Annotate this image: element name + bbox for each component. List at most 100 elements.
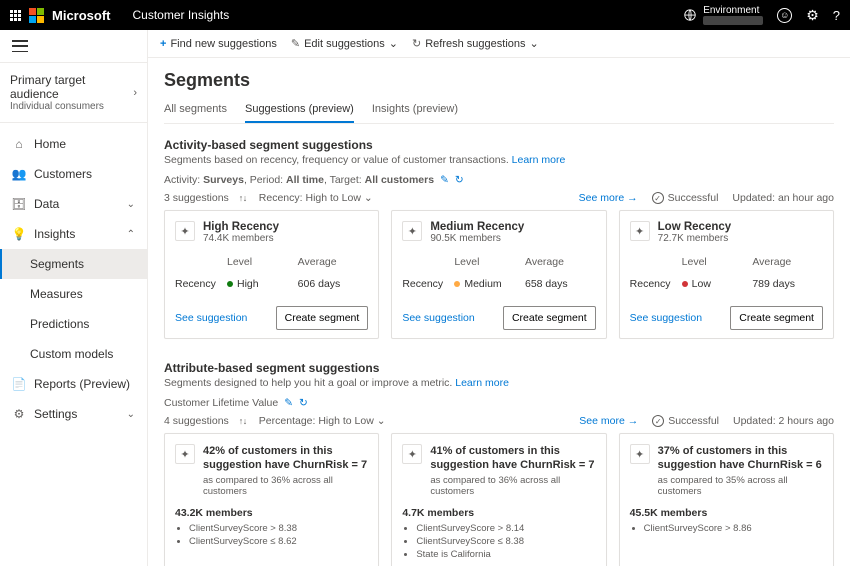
col-average: Average [298,256,369,268]
tab-all-segments[interactable]: All segments [164,97,227,123]
gear-icon: ⚙ [12,407,26,421]
rules-list: ClientSurveyScore > 8.38 ClientSurveyScor… [175,523,368,549]
environment-icon [683,8,697,22]
suggestion-card: ✦ 42% of customers in this suggestion ha… [164,433,379,566]
activity-section-subtitle: Segments based on recency, frequency or … [164,154,834,166]
rule-item: ClientSurveyScore > 8.38 [189,523,368,534]
reports-icon: 📄 [12,377,26,391]
brand-label: Microsoft [52,8,111,23]
rule-item: ClientSurveyScore ≤ 8.62 [189,536,368,547]
segment-icon: ✦ [175,221,195,241]
rule-item: State is California [416,549,595,560]
customers-icon: 👥 [12,167,26,181]
hamburger-button[interactable] [0,30,147,63]
nav-custom-models[interactable]: Custom models [0,339,147,369]
create-segment-button[interactable]: Create segment [276,306,369,330]
sort-label[interactable]: Recency: High to Low ⌄ [259,192,373,204]
suggestion-card: ✦ 41% of customers in this suggestion ha… [391,433,606,566]
environment-picker[interactable]: Environment [683,5,763,25]
refresh-suggestions-button[interactable]: ↻Refresh suggestions ⌄ [412,37,539,50]
environment-label: Environment [703,5,763,16]
learn-more-link[interactable]: Learn more [512,154,566,166]
data-icon: 🗄 [12,197,26,211]
nav-settings[interactable]: ⚙Settings⌄ [0,399,147,429]
segment-icon: ✦ [175,444,195,464]
create-segment-button[interactable]: Create segment [730,306,823,330]
nav-measures[interactable]: Measures [0,279,147,309]
sidebar: Primary target audience Individual consu… [0,30,148,566]
suggestion-count: 3 suggestions [164,192,229,204]
app-name-label: Customer Insights [133,8,230,22]
tab-insights[interactable]: Insights (preview) [372,97,458,123]
updated-label: Updated: an hour ago [732,192,834,204]
chevron-down-icon: ⌄ [530,37,539,50]
settings-icon[interactable]: ⚙ [806,7,819,24]
row-label: Recency [630,278,682,290]
nav-customers[interactable]: 👥Customers [0,159,147,189]
edit-attribute-icon[interactable]: ✎ [284,397,293,409]
nav-predictions[interactable]: Predictions [0,309,147,339]
see-suggestion-link[interactable]: See suggestion [402,312,474,324]
sort-label[interactable]: Percentage: High to Low ⌄ [259,415,386,427]
card-subtitle: as compared to 36% across all customers [203,475,368,497]
sort-icon[interactable] [239,416,249,426]
feedback-icon[interactable]: ☺ [777,8,792,23]
row-label: Recency [402,278,454,290]
top-bar: Microsoft Customer Insights Environment … [0,0,850,30]
col-average: Average [525,256,596,268]
refresh-icon: ↻ [412,37,421,50]
attribute-section-title: Attribute-based segment suggestions [164,361,834,375]
app-launcher-icon[interactable] [10,10,21,21]
nav-segments[interactable]: Segments [0,249,147,279]
nav-reports[interactable]: 📄Reports (Preview) [0,369,147,399]
card-title: 41% of customers in this suggestion have… [430,444,595,473]
card-title: High Recency [203,221,279,233]
audience-picker[interactable]: Primary target audience Individual consu… [0,63,147,123]
see-suggestion-link[interactable]: See suggestion [175,312,247,324]
card-members: 74.4K members [203,233,279,244]
segment-icon: ✦ [630,221,650,241]
level-value: Low [682,278,753,290]
card-members: 43.2K members [175,507,368,519]
attribute-section-subtitle: Segments designed to help you hit a goal… [164,377,834,389]
segment-icon: ✦ [402,444,422,464]
edit-activity-icon[interactable]: ✎ [440,174,449,186]
updated-label: Updated: 2 hours ago [733,415,834,427]
suggestion-count: 4 suggestions [164,415,229,427]
see-more-link[interactable]: See more → [579,192,638,204]
activity-section-title: Activity-based segment suggestions [164,138,834,152]
create-segment-button[interactable]: Create segment [503,306,596,330]
activity-meta: Activity: Surveys, Period: All time, Tar… [164,174,834,186]
rules-list: ClientSurveyScore > 8.14ClientSurveyScor… [402,523,595,562]
chevron-up-icon: ⌃ [127,229,135,240]
card-members: 72.7K members [658,233,732,244]
edit-suggestions-button[interactable]: ✎Edit suggestions ⌄ [291,37,398,50]
find-suggestions-button[interactable]: +Find new suggestions [160,38,277,50]
sort-icon[interactable] [239,193,249,203]
insights-icon: 💡 [12,227,26,241]
nav-home[interactable]: ⌂Home [0,129,147,159]
help-icon[interactable]: ? [833,8,840,23]
tab-suggestions[interactable]: Suggestions (preview) [245,97,354,123]
card-members: 90.5K members [430,233,524,244]
home-icon: ⌂ [12,137,26,151]
nav-data[interactable]: 🗄Data⌄ [0,189,147,219]
environment-name [703,16,763,25]
chevron-down-icon: ⌄ [127,199,135,210]
microsoft-logo-icon [29,8,44,23]
see-suggestion-link[interactable]: See suggestion [630,312,702,324]
see-more-link[interactable]: See more → [579,415,638,427]
card-title: Medium Recency [430,221,524,233]
check-icon: ✓ [652,192,664,204]
refresh-activity-icon[interactable]: ↻ [455,174,464,186]
rule-item: ClientSurveyScore ≤ 8.38 [416,536,595,547]
nav-insights[interactable]: 💡Insights⌃ [0,219,147,249]
refresh-attribute-icon[interactable]: ↻ [299,397,308,409]
suggestion-card: ✦ Medium Recency90.5K members LevelAvera… [391,210,606,339]
attribute-meta: Customer Lifetime Value ✎ ↻ [164,397,834,409]
rules-list: ClientSurveyScore > 8.86 [630,523,823,536]
learn-more-link[interactable]: Learn more [455,377,509,389]
audience-title: Primary target audience [10,73,133,101]
card-subtitle: as compared to 36% across all customers [430,475,595,497]
chevron-down-icon: ⌄ [389,37,398,50]
